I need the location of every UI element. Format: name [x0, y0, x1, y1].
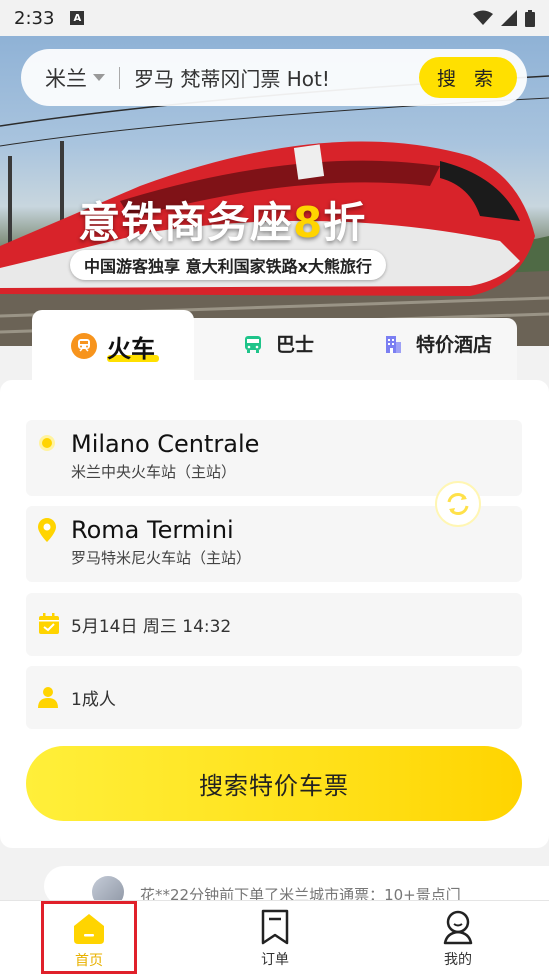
tab-bus[interactable]: 巴士 — [240, 330, 314, 357]
booking-card: Milano Centrale 米兰中央火车站（主站） Roma Termini… — [0, 380, 549, 848]
swap-icon — [447, 493, 469, 515]
date-value: 5月14日 周三 14:32 — [71, 617, 232, 637]
promo-title-highlight: 8 — [293, 198, 324, 247]
status-time: 2:33 — [14, 7, 55, 29]
bookmark-icon — [261, 909, 289, 945]
transport-tabs: 火车 巴士 特价酒店 — [0, 310, 549, 382]
bus-icon — [240, 331, 266, 357]
swap-stations-button[interactable] — [435, 481, 481, 527]
search-bar: 米兰 罗马 梵蒂冈门票 Hot! 搜 索 — [21, 49, 527, 106]
destination-station-sub: 罗马特米尼火车站（主站） — [71, 549, 252, 567]
destination-station-name: Roma Termini — [71, 516, 234, 544]
status-bar: 2:33 A — [0, 0, 549, 36]
calendar-icon — [39, 613, 59, 634]
wifi-icon — [473, 10, 493, 25]
bottom-nav: 首页 订单 我的 — [0, 900, 549, 976]
tab-bus-label: 巴士 — [276, 334, 315, 356]
origin-dot-icon — [39, 435, 55, 451]
chevron-down-icon — [93, 74, 105, 81]
origin-station-sub: 米兰中央火车站（主站） — [71, 463, 237, 481]
promo-title-main: 意铁商务座 — [78, 198, 294, 247]
search-button[interactable]: 搜 索 — [419, 57, 517, 98]
origin-station-name: Milano Centrale — [71, 430, 260, 458]
tab-train-label: 火车 — [107, 329, 159, 364]
signal-icon — [501, 10, 517, 26]
city-label: 米兰 — [45, 66, 87, 91]
promo-subtitle: 中国游客独享 意大利国家铁路x大熊旅行 — [70, 250, 386, 280]
train-icon — [71, 333, 97, 359]
date-field[interactable]: 5月14日 周三 14:32 — [26, 593, 522, 656]
search-input[interactable]: 罗马 梵蒂冈门票 Hot! — [134, 63, 419, 92]
nav-orders[interactable]: 订单 — [225, 901, 325, 976]
passenger-value: 1成人 — [71, 690, 116, 710]
notification-icon: A — [70, 11, 85, 25]
promo-title: 意铁商务座8折 — [78, 189, 366, 250]
nav-mine-label: 我的 — [444, 952, 472, 968]
person-icon — [443, 910, 473, 945]
nav-mine[interactable]: 我的 — [408, 901, 508, 976]
home-icon — [74, 914, 104, 944]
tab-hotel[interactable]: 特价酒店 — [380, 330, 492, 357]
promo-title-end: 折 — [323, 198, 367, 247]
passenger-field[interactable]: 1成人 — [26, 666, 522, 729]
tab-hotel-label: 特价酒店 — [416, 334, 493, 356]
hotel-icon — [380, 331, 406, 357]
nav-orders-label: 订单 — [261, 952, 289, 968]
person-icon — [38, 687, 58, 708]
battery-icon — [525, 9, 535, 27]
search-tickets-button[interactable]: 搜索特价车票 — [26, 746, 522, 821]
nav-home-label: 首页 — [75, 953, 103, 969]
divider — [119, 66, 120, 89]
city-selector[interactable]: 米兰 — [45, 63, 105, 93]
nav-home[interactable]: 首页 — [41, 901, 137, 974]
location-pin-icon — [38, 518, 56, 542]
tab-train[interactable]: 火车 — [32, 310, 194, 382]
